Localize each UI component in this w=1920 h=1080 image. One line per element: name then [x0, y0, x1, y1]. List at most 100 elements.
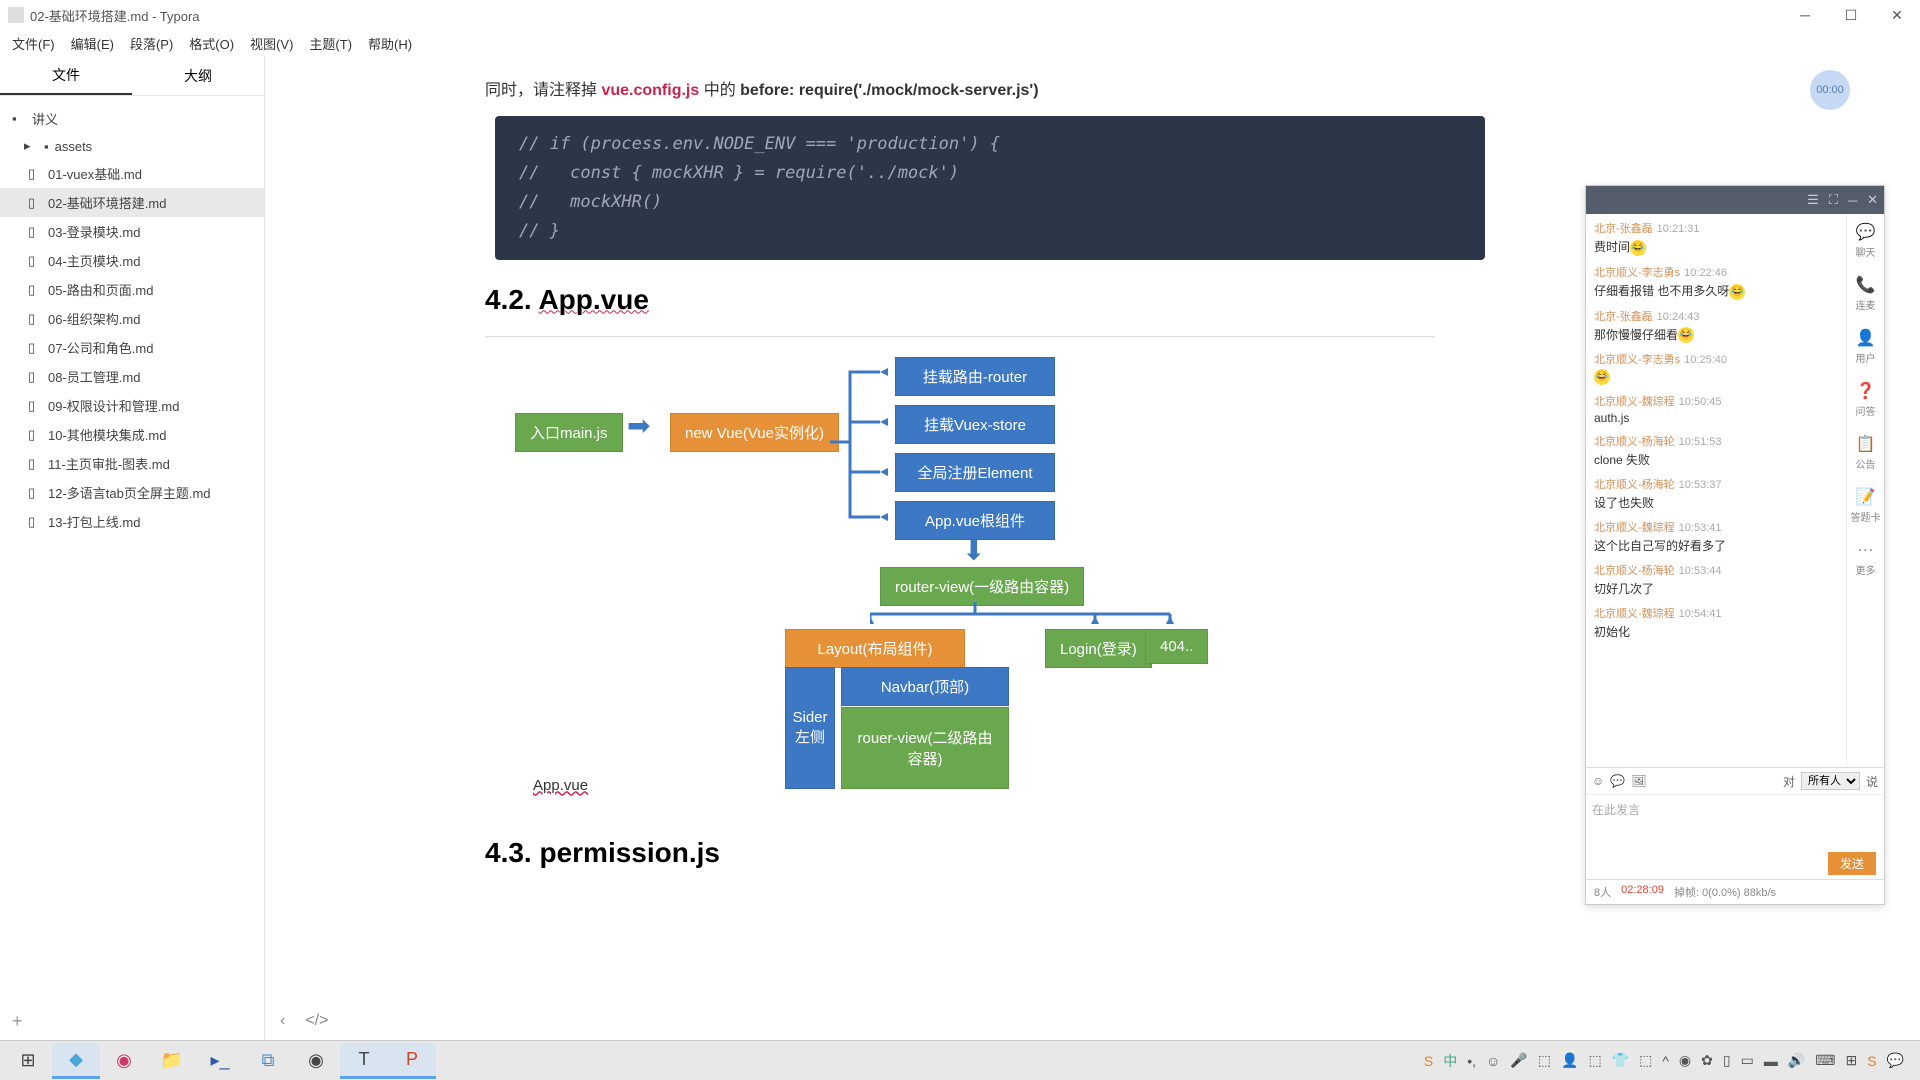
tray-keyboard-icon[interactable]: ⌨: [1815, 1052, 1835, 1069]
close-icon[interactable]: ✕: [1867, 192, 1878, 208]
tray-mic-icon[interactable]: 🎤: [1510, 1052, 1527, 1069]
taskbar-powershell[interactable]: ▸_: [196, 1043, 244, 1079]
chat-side-聊天[interactable]: 💬聊天: [1856, 222, 1876, 259]
file-icon: ▯: [28, 253, 42, 269]
chat-side-用户[interactable]: 👤用户: [1856, 328, 1876, 365]
tray-icon[interactable]: ⬚: [1639, 1052, 1652, 1069]
tray-icon[interactable]: ▯: [1723, 1052, 1731, 1069]
file-icon: ▯: [28, 456, 42, 472]
recipient-select[interactable]: 所有人: [1801, 772, 1860, 790]
start-button[interactable]: ⊞: [4, 1043, 52, 1079]
tray-icon[interactable]: ⊞: [1845, 1052, 1857, 1069]
system-tray: S 中 •, ☺ 🎤 ⬚ 👤 ⬚ 👕 ⬚ ^ ◉ ✿ ▯ ▭ ▬ 🔊 ⌨ ⊞ S…: [1424, 1051, 1916, 1071]
menu-file[interactable]: 文件(F): [4, 32, 63, 55]
arrow-icon: ➡: [627, 409, 650, 442]
file-item[interactable]: ▯06-组织架构.md: [0, 304, 264, 333]
diagram-vuex: 挂载Vuex-store: [895, 405, 1055, 444]
tray-lang[interactable]: 中: [1443, 1051, 1457, 1071]
file-item[interactable]: ▯02-基础环境搭建.md: [0, 188, 264, 217]
taskbar: ⊞ ◆ ◉ 📁 ▸_ ⧉ ◉ T P S 中 •, ☺ 🎤 ⬚ 👤 ⬚ 👕 ⬚ …: [0, 1040, 1920, 1080]
chat-side-公告[interactable]: 📋公告: [1856, 434, 1876, 471]
tray-icon[interactable]: ⬚: [1538, 1052, 1551, 1069]
chevron-right-icon: ▸: [24, 138, 38, 154]
timer-badge[interactable]: 00:00: [1810, 70, 1850, 110]
menu-edit[interactable]: 编辑(E): [63, 32, 122, 55]
file-item[interactable]: ▯05-路由和页面.md: [0, 275, 264, 304]
file-tree: ▪讲义 ▸▪ assets ▯01-vuex基础.md ▯02-基础环境搭建.m…: [0, 96, 264, 1003]
file-item[interactable]: ▯07-公司和角色.md: [0, 333, 264, 362]
taskbar-explorer[interactable]: 📁: [148, 1043, 196, 1079]
close-button[interactable]: ✕: [1874, 0, 1920, 30]
file-item[interactable]: ▯03-登录模块.md: [0, 217, 264, 246]
diagram-approot: App.vue根组件: [895, 501, 1055, 540]
file-item[interactable]: ▯12-多语言tab页全屏主题.md: [0, 478, 264, 507]
content-nav: ‹ </>: [280, 1012, 328, 1030]
diagram-router: 挂载路由-router: [895, 357, 1055, 396]
minimize-button[interactable]: ─: [1782, 0, 1828, 30]
tray-chevron-up-icon[interactable]: ^: [1662, 1053, 1669, 1069]
maximize-icon[interactable]: ⛶: [1829, 192, 1838, 208]
menu-icon[interactable]: ☰: [1807, 192, 1819, 208]
taskbar-chrome[interactable]: ◉: [292, 1043, 340, 1079]
menu-format[interactable]: 格式(O): [181, 32, 242, 55]
code-toggle-button[interactable]: </>: [305, 1012, 328, 1030]
tree-folder[interactable]: ▸▪ assets: [0, 133, 264, 159]
tray-icon[interactable]: ⬚: [1588, 1052, 1601, 1069]
to-label: 对: [1783, 773, 1795, 790]
file-item[interactable]: ▯09-权限设计和管理.md: [0, 391, 264, 420]
menu-theme[interactable]: 主题(T): [301, 32, 360, 55]
tray-icon[interactable]: ✿: [1701, 1052, 1713, 1069]
chat-messages[interactable]: 北京-张鑫磊10:21:31费时间😂北京顺义-李志勇s10:22:46仔细看报错…: [1586, 214, 1846, 767]
tab-files[interactable]: 文件: [0, 56, 132, 95]
taskbar-powerpoint[interactable]: P: [388, 1043, 436, 1079]
diagram-routerview2: rouer-view(二级路由容器): [841, 707, 1009, 789]
menu-paragraph[interactable]: 段落(P): [122, 32, 181, 55]
say-label: 说: [1866, 773, 1878, 790]
tray-shirt-icon[interactable]: 👕: [1612, 1052, 1629, 1069]
connector: [870, 602, 1180, 632]
taskbar-app[interactable]: ◆: [52, 1043, 100, 1079]
chat-side-答题卡[interactable]: 📝答题卡: [1851, 487, 1881, 524]
file-icon: ▯: [28, 224, 42, 240]
add-file-button[interactable]: +: [0, 1003, 264, 1040]
tab-outline[interactable]: 大纲: [132, 56, 264, 95]
tray-ime-icon[interactable]: S: [1424, 1053, 1433, 1069]
chat-side-连麦[interactable]: 📞连麦: [1856, 275, 1876, 312]
chat-input[interactable]: 在此发言: [1586, 794, 1884, 848]
image-icon[interactable]: 🖼: [1631, 774, 1646, 788]
file-item[interactable]: ▯08-员工管理.md: [0, 362, 264, 391]
file-item[interactable]: ▯11-主页审批-图表.md: [0, 449, 264, 478]
chat-side-问答[interactable]: ❓问答: [1856, 381, 1876, 418]
file-item[interactable]: ▯10-其他模块集成.md: [0, 420, 264, 449]
tray-icon[interactable]: ◉: [1679, 1052, 1691, 1069]
tree-root[interactable]: ▪讲义: [0, 104, 264, 133]
file-icon: ▯: [28, 485, 42, 501]
menu-view[interactable]: 视图(V): [242, 32, 301, 55]
folder-icon: ▪: [44, 139, 49, 154]
menu-help[interactable]: 帮助(H): [360, 32, 420, 55]
file-item[interactable]: ▯13-打包上线.md: [0, 507, 264, 536]
emoji-icon[interactable]: ☺: [1592, 774, 1604, 788]
file-item[interactable]: ▯04-主页模块.md: [0, 246, 264, 275]
diagram-sider: Sider 左侧: [785, 667, 835, 789]
tray-network-icon[interactable]: ▭: [1741, 1052, 1754, 1069]
tray-notifications-icon[interactable]: 💬: [1887, 1052, 1904, 1069]
tray-battery-icon[interactable]: ▬: [1764, 1053, 1778, 1069]
chat-footer: 8人 02:28:09 掉帧: 0(0.0%) 88kb/s: [1586, 879, 1884, 904]
tray-volume-icon[interactable]: 🔊: [1788, 1052, 1805, 1069]
tray-icon[interactable]: ☺: [1486, 1053, 1500, 1069]
chat-icon[interactable]: 💬: [1610, 774, 1625, 788]
tray-ime-icon[interactable]: S: [1867, 1053, 1876, 1069]
minimize-icon[interactable]: ─: [1848, 193, 1857, 208]
maximize-button[interactable]: ☐: [1828, 0, 1874, 30]
taskbar-app[interactable]: ◉: [100, 1043, 148, 1079]
back-button[interactable]: ‹: [280, 1012, 285, 1030]
folder-icon: ▪: [12, 111, 26, 126]
taskbar-vscode[interactable]: ⧉: [244, 1043, 292, 1079]
send-button[interactable]: 发送: [1828, 852, 1876, 875]
file-item[interactable]: ▯01-vuex基础.md: [0, 159, 264, 188]
chat-side-更多[interactable]: ⋯更多: [1856, 540, 1876, 577]
tray-icon[interactable]: 👤: [1561, 1052, 1578, 1069]
taskbar-typora[interactable]: T: [340, 1043, 388, 1079]
tray-icon[interactable]: •,: [1467, 1053, 1476, 1069]
